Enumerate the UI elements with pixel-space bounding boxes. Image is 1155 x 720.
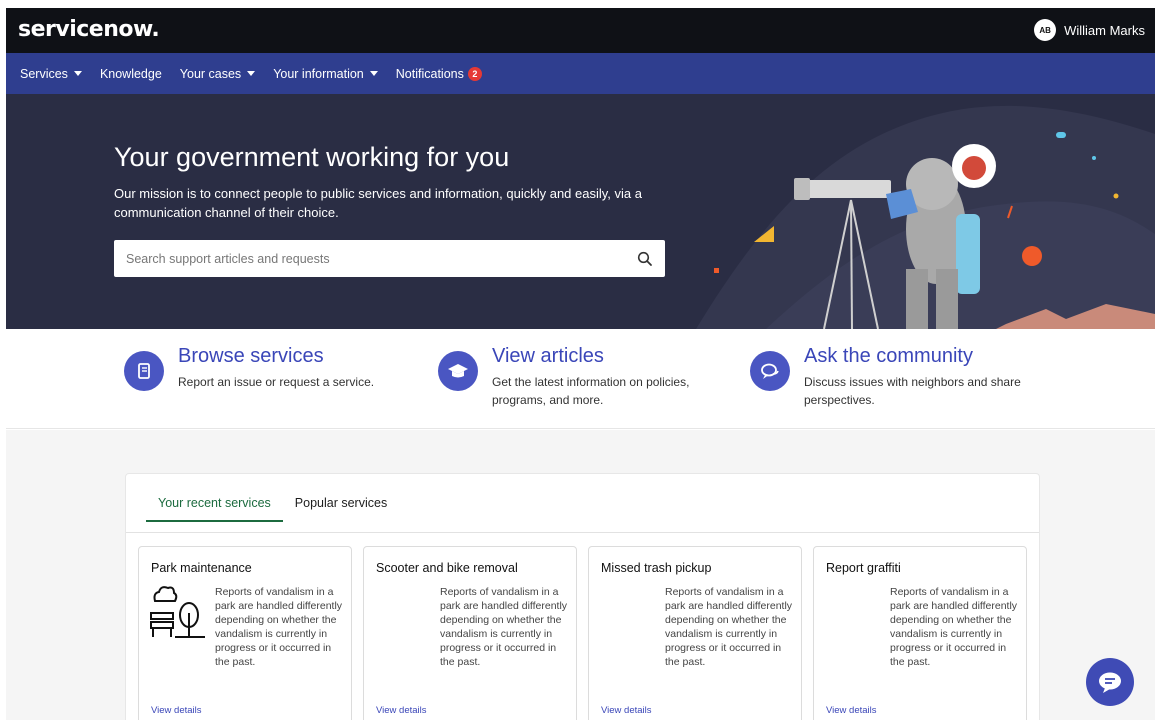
nav-knowledge[interactable]: Knowledge: [100, 67, 162, 81]
feature-ask-community[interactable]: Ask the community Discuss issues with ne…: [750, 345, 1044, 409]
nav-notifications-label: Notifications: [395, 66, 464, 81]
nav-services-label: Services: [20, 66, 68, 81]
card-desc: Reports of vandalism in a park are handl…: [215, 586, 343, 668]
search-input[interactable]: [126, 251, 637, 266]
feature-desc: Report an issue or request a service.: [178, 375, 375, 389]
feature-row: Browse services Report an issue or reque…: [6, 329, 1155, 429]
nav-your-cases[interactable]: Your cases: [179, 66, 256, 81]
main-nav: Services Knowledge Your cases Your infor…: [6, 53, 1155, 94]
caret-down-icon: [73, 71, 82, 76]
services-panel: Your recent services Popular services Pa…: [125, 473, 1040, 720]
hero-subtitle: Our mission is to connect people to publ…: [114, 186, 642, 220]
card-title: Scooter and bike removal: [376, 561, 518, 575]
service-card-missed-trash-pickup[interactable]: Missed trash pickup Reports of vandalism…: [588, 546, 802, 720]
servicenow-logo[interactable]: servicenow.: [18, 17, 160, 42]
feature-title[interactable]: Ask the community: [804, 345, 1044, 368]
feature-desc: Discuss issues with neighbors and share …: [804, 375, 1021, 407]
feature-title[interactable]: View articles: [492, 345, 732, 368]
search-icon[interactable]: [637, 251, 653, 267]
view-details-link[interactable]: View details: [601, 705, 652, 716]
tab-recent-services[interactable]: Your recent services: [146, 496, 283, 522]
tab-popular-services[interactable]: Popular services: [283, 496, 399, 522]
caret-down-icon: [247, 71, 256, 76]
card-title: Park maintenance: [151, 561, 252, 575]
nav-knowledge-label: Knowledge: [99, 66, 162, 81]
card-desc: Reports of vandalism in a park are handl…: [890, 586, 1018, 668]
top-bar: servicenow. AB William Marks: [6, 8, 1155, 53]
user-name[interactable]: William Marks: [1064, 23, 1145, 38]
nav-your-information-label: Your information: [273, 66, 364, 81]
caret-down-icon: [369, 71, 378, 76]
hero-title: Your government working for you: [114, 142, 510, 172]
hero-banner: Your government working for you Our miss…: [6, 94, 1155, 329]
card-desc: Reports of vandalism in a park are handl…: [440, 586, 568, 668]
view-details-link[interactable]: View details: [151, 705, 202, 716]
feature-view-articles[interactable]: View articles Get the latest information…: [438, 345, 732, 409]
service-card-park-maintenance[interactable]: Park maintenance Reports of vandalism in…: [138, 546, 352, 720]
graduation-cap-icon: [438, 351, 478, 391]
search-bar[interactable]: [114, 240, 665, 277]
view-details-link[interactable]: View details: [376, 705, 427, 716]
services-tabs: Your recent services Popular services: [146, 496, 399, 522]
portal-window: servicenow. AB William Marks Services Kn…: [6, 8, 1155, 720]
nav-your-cases-label: Your cases: [179, 66, 242, 81]
view-details-link[interactable]: View details: [826, 705, 877, 716]
service-card-scooter-bike-removal[interactable]: Scooter and bike removal Reports of vand…: [363, 546, 577, 720]
nav-your-information[interactable]: Your information: [273, 67, 378, 81]
service-card-report-graffiti[interactable]: Report graffiti Reports of vandalism in …: [813, 546, 1027, 720]
user-menu[interactable]: AB William Marks: [1034, 19, 1145, 41]
tab-divider: [126, 532, 1039, 533]
chat-bubbles-icon: [750, 351, 790, 391]
chat-icon: [1099, 672, 1121, 693]
card-desc: Reports of vandalism in a park are handl…: [665, 586, 793, 668]
feature-title[interactable]: Browse services: [178, 345, 418, 368]
notification-badge: 2: [467, 66, 482, 81]
avatar[interactable]: AB: [1034, 19, 1057, 41]
nav-services[interactable]: Services: [20, 67, 82, 81]
feature-browse-services[interactable]: Browse services Report an issue or reque…: [124, 345, 418, 391]
nav-notifications[interactable]: Notifications 2: [395, 66, 482, 81]
park-bench-tree-icon: [150, 586, 205, 638]
card-title: Missed trash pickup: [601, 561, 712, 575]
card-title: Report graffiti: [826, 561, 901, 575]
chat-button[interactable]: [1086, 658, 1134, 706]
feature-desc: Get the latest information on policies, …: [492, 375, 690, 407]
services-section: Your recent services Popular services Pa…: [6, 430, 1155, 720]
book-icon: [124, 351, 164, 391]
